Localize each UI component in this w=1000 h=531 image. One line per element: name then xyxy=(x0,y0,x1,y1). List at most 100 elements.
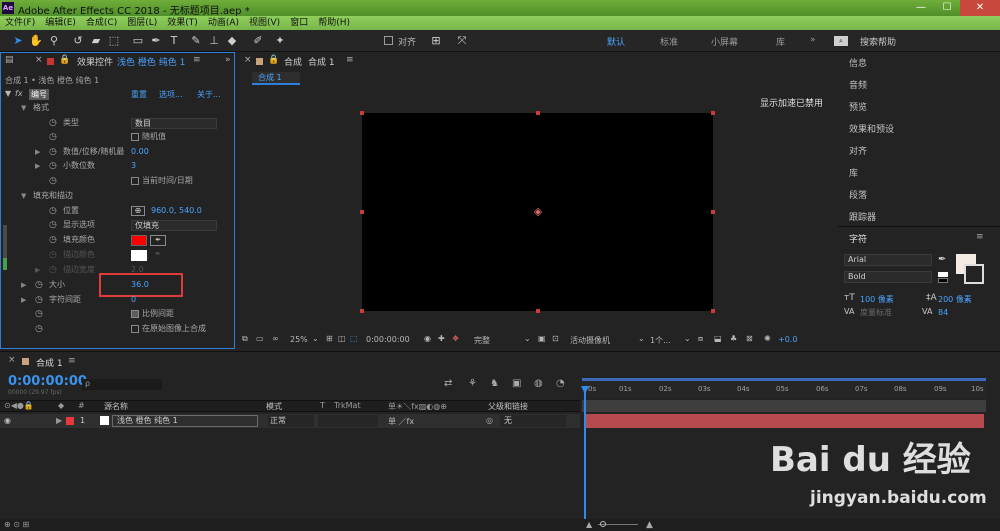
panel-align[interactable]: 对齐 xyxy=(849,144,867,157)
font-style-dropdown[interactable]: Bold xyxy=(844,271,932,283)
exposure-value[interactable]: +0.0 xyxy=(778,335,797,344)
layer-name[interactable]: 浅色 橙色 纯色 1 xyxy=(112,415,258,427)
shy-layers-icon[interactable]: ♞ xyxy=(490,378,499,389)
proportional-checkbox-checked[interactable] xyxy=(131,309,139,318)
exposure-icon[interactable]: ✺ xyxy=(764,334,771,343)
stopwatch-icon[interactable]: ◷ xyxy=(49,159,57,173)
panel-menu-icon[interactable]: ▤ xyxy=(5,55,14,65)
selection-handle-bc[interactable] xyxy=(536,309,540,313)
menu-window[interactable]: 窗口 xyxy=(285,16,313,30)
numval-value[interactable]: 0.00 xyxy=(131,145,149,159)
type-dropdown[interactable]: 数目 xyxy=(131,118,217,129)
menu-file[interactable]: 文件(F) xyxy=(0,16,40,30)
stopwatch-icon[interactable]: ◷ xyxy=(35,278,43,292)
color-channel-icon[interactable]: ❖ xyxy=(452,334,459,343)
source-name-column[interactable]: 源名称 xyxy=(104,401,128,412)
layer-duration-bar[interactable] xyxy=(584,414,984,428)
maximize-button[interactable]: ☐ xyxy=(934,0,960,16)
views-chevron-icon[interactable]: ⌄ xyxy=(684,334,691,343)
comp-flowchart-icon[interactable]: ⇄ xyxy=(444,378,452,389)
resolution-icon[interactable]: ◫ xyxy=(338,334,346,343)
fx-name[interactable]: 编号 xyxy=(29,89,49,100)
tab-close-icon[interactable]: × xyxy=(244,55,252,65)
stopwatch-icon[interactable]: ◷ xyxy=(35,293,43,307)
menu-view[interactable]: 视图(V) xyxy=(244,16,285,30)
toggle-transparency-icon[interactable]: ▣ xyxy=(538,334,546,343)
brush-tool-icon[interactable]: ✎ xyxy=(188,33,204,49)
panel-audio[interactable]: 音频 xyxy=(849,78,867,91)
roto-brush-tool-icon[interactable]: ✐ xyxy=(250,33,266,49)
menu-edit[interactable]: 编辑(E) xyxy=(40,16,81,30)
tracking-value[interactable]: 84 xyxy=(938,308,948,317)
camera-dropdown[interactable]: 活动摄像机 xyxy=(570,335,610,346)
workspace-more[interactable]: » xyxy=(810,35,816,45)
selection-handle-tc[interactable] xyxy=(536,111,540,115)
lock-icon[interactable]: 🔒 xyxy=(268,55,279,65)
composition-subtab[interactable]: 合成 1 xyxy=(252,72,300,85)
expand-triangle-icon[interactable]: ▶ xyxy=(35,145,40,159)
tab-menu-icon[interactable]: ≡ xyxy=(193,55,201,65)
snap-checkbox[interactable] xyxy=(384,36,393,45)
render-icon[interactable]: ⊠ xyxy=(746,334,753,343)
layer-mode-dropdown[interactable]: 正常 xyxy=(268,415,314,427)
layer-label-swatch[interactable] xyxy=(66,417,74,425)
zoom-chevron-icon[interactable]: ⌄ xyxy=(312,334,319,343)
fast-preview-icon[interactable]: ♣ xyxy=(730,334,737,343)
search-help-icon[interactable]: ⌕ xyxy=(834,36,848,46)
workspace-small-screen[interactable]: 小屏幕 xyxy=(711,35,738,48)
panel-paragraph[interactable]: 段落 xyxy=(849,188,867,201)
tracking-value[interactable]: 0 xyxy=(131,293,136,307)
fx-collapse-triangle-icon[interactable]: ▼ xyxy=(5,89,11,98)
rectangle-tool-icon[interactable]: ▭ xyxy=(130,33,146,49)
character-panel-menu-icon[interactable]: ≡ xyxy=(976,232,984,242)
collapse-triangle-icon[interactable]: ▼ xyxy=(21,101,26,115)
show-snapshot-icon[interactable]: ✚ xyxy=(438,334,445,343)
display-icon[interactable]: ▭ xyxy=(256,334,264,343)
mode-column[interactable]: 模式 xyxy=(266,401,282,412)
workspace-standard[interactable]: 标准 xyxy=(660,35,678,48)
always-preview-icon[interactable]: ⧉ xyxy=(242,334,248,344)
comp-timecode[interactable]: 0:00:00:00 xyxy=(366,335,410,344)
zoom-out-icon[interactable]: ▲ xyxy=(586,520,592,529)
snap-option-icon[interactable]: ⊞ xyxy=(428,33,444,49)
graph-editor-icon[interactable]: ◔ xyxy=(556,378,565,389)
stopwatch-icon[interactable]: ◷ xyxy=(35,307,43,321)
zoom-slider-thumb[interactable] xyxy=(600,521,606,527)
menu-layer[interactable]: 图层(L) xyxy=(122,16,162,30)
composition-tab-label[interactable]: 合成 xyxy=(284,55,302,68)
expand-triangle-icon[interactable]: ▶ xyxy=(35,159,40,173)
layer-switches-icon[interactable]: 单 ／fx xyxy=(388,416,414,427)
selection-handle-tr[interactable] xyxy=(711,111,715,115)
stroke-color-swatch[interactable] xyxy=(131,250,147,261)
collapse-triangle-icon[interactable]: ▼ xyxy=(21,189,26,203)
mask-visibility-icon[interactable]: ∞ xyxy=(272,334,279,343)
camera-tool-icon[interactable]: ▰ xyxy=(88,33,104,49)
fill-color-swatch[interactable] xyxy=(131,235,147,246)
reset-exposure-icon[interactable]: ⬓ xyxy=(714,334,722,343)
stopwatch-icon[interactable]: ◷ xyxy=(49,116,57,130)
expand-triangle-icon[interactable]: ▶ xyxy=(21,293,26,307)
stopwatch-icon[interactable]: ◷ xyxy=(49,233,57,247)
stroke-color-preview[interactable] xyxy=(964,264,984,284)
layer-expand-icon[interactable]: ▶ xyxy=(56,416,62,425)
panel-effects-presets[interactable]: 效果和预设 xyxy=(849,122,894,135)
quality-dropdown[interactable]: 完整 xyxy=(474,335,490,346)
zoom-dropdown[interactable]: 25% xyxy=(290,335,308,344)
curtime-checkbox[interactable] xyxy=(131,176,139,185)
tab-menu-icon[interactable]: ≡ xyxy=(346,55,354,65)
layer-parent-dropdown[interactable]: 无 xyxy=(500,415,566,427)
hand-tool-icon[interactable]: ✋ xyxy=(28,33,44,49)
timeline-tab-menu-icon[interactable]: ≡ xyxy=(68,356,76,366)
display-dropdown[interactable]: 仅填充 xyxy=(131,220,217,231)
decimals-value[interactable]: 3 xyxy=(131,159,136,173)
position-crosshair-icon[interactable]: ⊕ xyxy=(131,206,145,216)
kerning-value[interactable]: 度量标准 xyxy=(860,307,892,318)
anchor-point-icon[interactable]: ◈ xyxy=(532,206,544,218)
character-panel-title[interactable]: 字符 xyxy=(849,232,867,245)
motion-blur-icon[interactable]: ◍ xyxy=(534,378,543,389)
camera-chevron-icon[interactable]: ⌄ xyxy=(638,334,645,343)
stopwatch-icon[interactable]: ◷ xyxy=(49,174,57,188)
timeline-tab-name[interactable]: 合成 1 xyxy=(36,356,63,369)
views-dropdown[interactable]: 1个... xyxy=(650,335,671,346)
eraser-tool-icon[interactable]: ◆ xyxy=(224,33,240,49)
